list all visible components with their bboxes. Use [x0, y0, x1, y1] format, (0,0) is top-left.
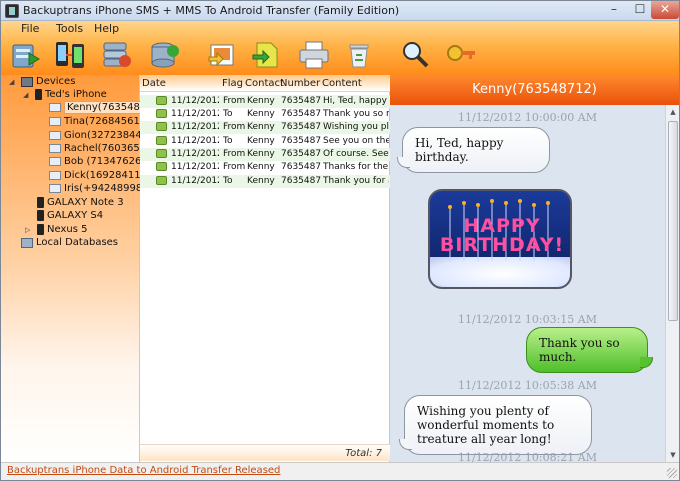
minimize-button[interactable]: – — [601, 1, 627, 19]
devices-icon — [21, 76, 33, 87]
tree-contact-gion[interactable]: Gion(327238442) — [49, 130, 152, 143]
android-phone-icon — [37, 224, 44, 235]
android-phone-icon — [37, 210, 44, 221]
print-icon[interactable] — [297, 39, 331, 71]
tree-node-local-databases[interactable]: Local Databases — [21, 237, 118, 250]
sms-icon — [156, 96, 167, 105]
message-bubble-outgoing: Thank you so much. — [526, 327, 653, 373]
message-bubble-incoming: Wishing you plenty of wonderful moments … — [399, 395, 592, 455]
conversation-body[interactable]: 11/12/2012 10:00:00 AM Hi, Ted, happy bi… — [390, 105, 665, 462]
search-icon[interactable] — [399, 39, 433, 71]
table-row[interactable]: 11/12/2012 ... From Kenny 763548712 Than… — [140, 161, 390, 174]
contact-card-icon — [49, 117, 61, 126]
news-link[interactable]: Backuptrans iPhone Data to Android Trans… — [7, 465, 280, 476]
table-row[interactable]: 11/12/2012 ... From Kenny 763548712 Of c… — [140, 148, 390, 161]
collapse-icon[interactable]: ◢ — [23, 91, 28, 99]
contact-card-icon — [49, 103, 61, 112]
tree-node-galaxy-note3[interactable]: GALAXY Note 3 — [37, 197, 124, 210]
contact-card-icon — [49, 171, 61, 180]
window-title: Backuptrans iPhone SMS + MMS To Android … — [23, 4, 400, 17]
col-header-date[interactable]: Date — [142, 78, 166, 89]
tree-contact-iris[interactable]: Iris(+94248998) — [49, 183, 146, 196]
database-merge-icon[interactable] — [99, 39, 133, 71]
database-icon — [21, 237, 33, 248]
scroll-up-icon[interactable]: ▲ — [667, 105, 679, 119]
menu-bar: File Tools Help — [1, 21, 679, 37]
timestamp: 11/12/2012 10:05:38 AM — [457, 379, 597, 392]
header-band: File Tools Help — [1, 21, 679, 75]
tree-contact-dick[interactable]: Dick(169284113) — [49, 170, 151, 183]
sms-icon — [156, 122, 167, 131]
tree-node-galaxy-s4[interactable]: GALAXY S4 — [37, 210, 103, 223]
tree-contact-tina[interactable]: Tina(726845612) — [49, 116, 150, 129]
list-footer: Total: 7 — [140, 444, 390, 461]
timestamp: 11/12/2012 10:08:21 AM — [457, 451, 597, 462]
col-header-content[interactable]: Content — [322, 78, 362, 89]
maximize-button[interactable]: ☐ — [627, 1, 653, 19]
message-bubble-incoming: Hi, Ted, happy birthday. — [397, 127, 550, 173]
col-header-number[interactable]: Number — [280, 78, 320, 89]
scroll-thumb[interactable] — [668, 121, 678, 321]
toolbar — [1, 37, 679, 75]
expand-icon[interactable]: ▷ — [25, 226, 30, 234]
birthday-image: HAPPY BIRTHDAY! — [428, 189, 572, 289]
transfer-phone-icon[interactable] — [53, 39, 87, 71]
timestamp: 11/12/2012 10:03:15 AM — [457, 313, 597, 326]
status-bar: Backuptrans iPhone Data to Android Trans… — [1, 462, 679, 480]
total-count: Total: 7 — [345, 448, 382, 459]
app-logo-icon — [5, 4, 19, 18]
menu-tools[interactable]: Tools — [56, 22, 83, 35]
contact-card-icon — [49, 144, 61, 153]
table-row[interactable]: 11/12/2012 ... To Kenny 763548712 Thank … — [140, 108, 390, 121]
table-row[interactable]: 11/12/2012 ... From Kenny 763548712 Wish… — [140, 121, 390, 134]
import-icon[interactable] — [249, 39, 283, 71]
app-window: Backuptrans iPhone SMS + MMS To Android … — [0, 0, 680, 481]
recycle-bin-icon[interactable] — [342, 39, 376, 71]
sms-icon — [156, 136, 167, 145]
list-header: Date Flag Contact Number Content — [140, 75, 390, 92]
backup-database-icon[interactable] — [9, 39, 43, 71]
table-row[interactable]: 11/12/2012 ... To Kenny 763548712 See yo… — [140, 135, 390, 148]
sms-icon — [156, 176, 167, 185]
message-list: Date Flag Contact Number Content 11/12/2… — [140, 75, 390, 462]
contact-card-icon — [49, 184, 61, 193]
tree-contact-bob[interactable]: Bob (713476264) — [49, 156, 152, 169]
table-row[interactable]: 11/12/2012 ... To Kenny 763548712 Thank … — [140, 175, 390, 188]
android-phone-icon — [37, 197, 44, 208]
tree-node-nexus5[interactable]: Nexus 5 — [37, 224, 87, 237]
table-row[interactable]: 11/12/2012 ... From Kenny 763548712 Hi, … — [140, 95, 390, 108]
contact-card-icon — [49, 157, 61, 166]
device-tree: ◢ Devices ◢ Ted's iPhone Kenny(763548712… — [1, 75, 166, 462]
menu-help[interactable]: Help — [94, 22, 119, 35]
scroll-down-icon[interactable]: ▼ — [667, 448, 679, 462]
title-bar: Backuptrans iPhone SMS + MMS To Android … — [1, 1, 679, 21]
birthday-image-text: HAPPY BIRTHDAY! — [439, 215, 565, 256]
close-button[interactable]: ✕ — [651, 1, 679, 19]
contact-card-icon — [49, 131, 61, 140]
conversation-scrollbar[interactable]: ▲ ▼ — [665, 105, 679, 462]
iphone-icon — [35, 89, 42, 100]
resize-grip-icon[interactable] — [667, 468, 677, 478]
key-icon[interactable] — [445, 39, 479, 71]
export-icon[interactable] — [205, 39, 239, 71]
sms-icon — [156, 109, 167, 118]
sms-icon — [156, 149, 167, 158]
tree-node-devices[interactable]: Devices — [21, 76, 75, 89]
timestamp: 11/12/2012 10:00:00 AM — [457, 111, 597, 124]
conversation-header: Kenny(763548712) — [390, 75, 679, 105]
col-header-flag[interactable]: Flag — [222, 78, 243, 89]
col-header-contact[interactable]: Contact — [245, 78, 284, 89]
collapse-icon[interactable]: ◢ — [9, 78, 14, 86]
database-sync-icon[interactable] — [147, 39, 181, 71]
sms-icon — [156, 162, 167, 171]
conversation-pane: Kenny(763548712) 11/12/2012 10:00:00 AM … — [390, 75, 679, 462]
menu-file[interactable]: File — [21, 22, 39, 35]
